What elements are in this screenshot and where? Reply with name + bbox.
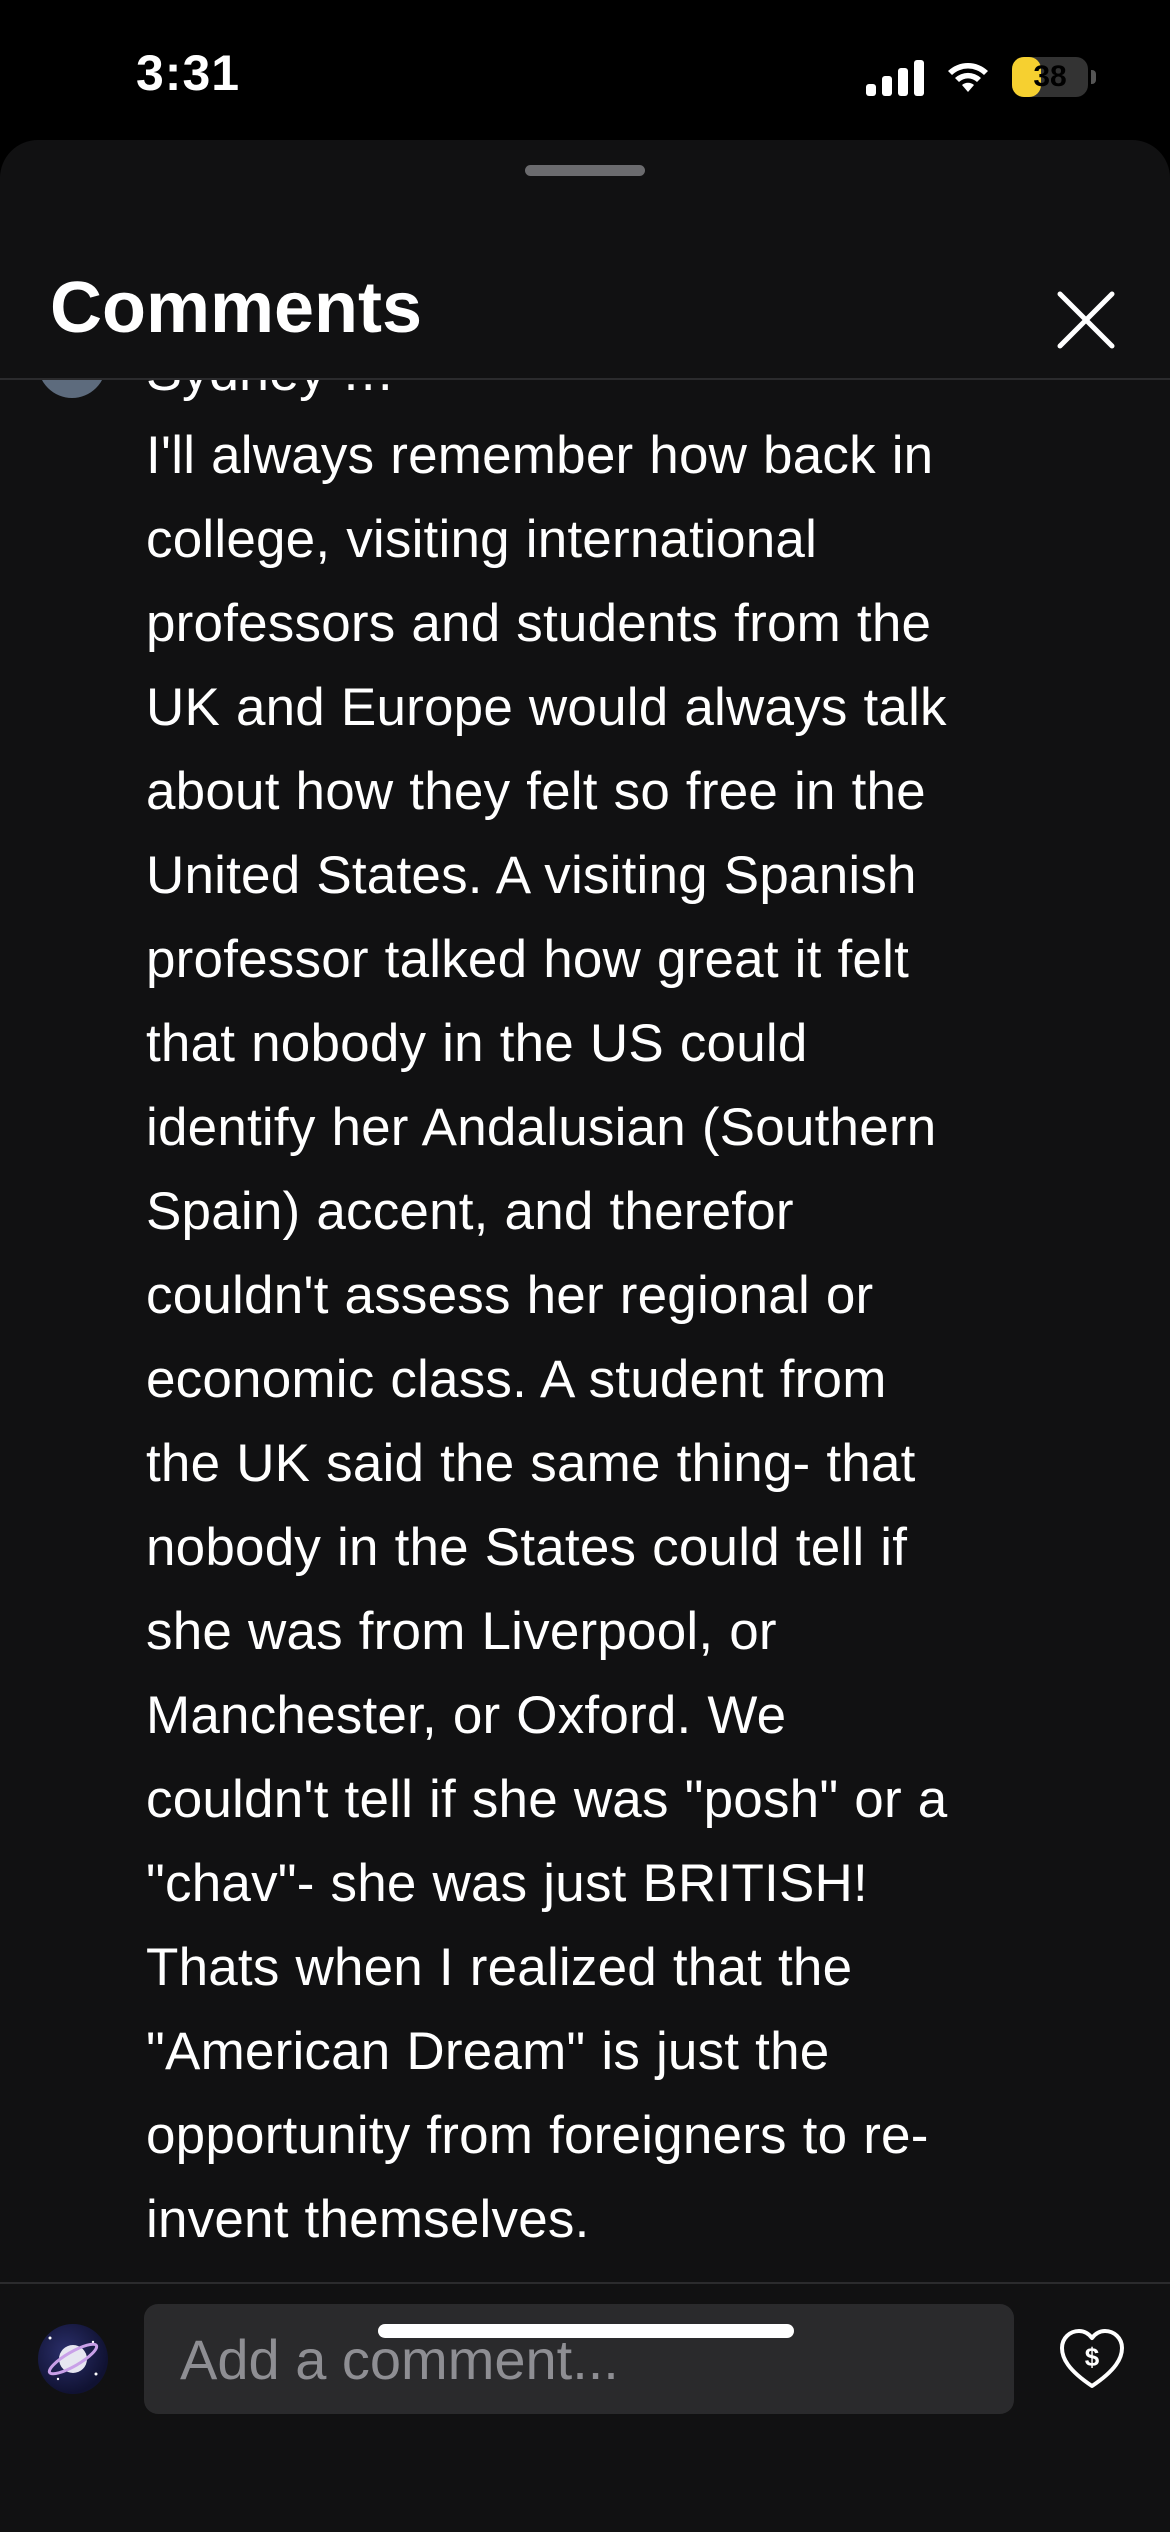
- comment-line: invent themselves.: [146, 2190, 590, 2249]
- comment-line: professors and students from the: [146, 594, 932, 653]
- comment-line: she was from Liverpool, or: [146, 1602, 777, 1661]
- signal-icon: [866, 58, 924, 96]
- comment-line: "American Dream" is just the: [146, 2022, 830, 2081]
- sheet-grabber[interactable]: [525, 165, 645, 176]
- comment-line: Manchester, or Oxford. We: [146, 1686, 787, 1745]
- comment-line: United States. A visiting Spanish: [146, 846, 917, 905]
- battery-nub: [1091, 70, 1096, 84]
- comment-body: I'll always remember how back in college,…: [146, 414, 1106, 2262]
- heart-dollar-icon[interactable]: $: [1058, 2326, 1126, 2394]
- status-icons: 38: [866, 52, 1096, 102]
- comment-input[interactable]: [144, 2304, 1014, 2414]
- home-indicator[interactable]: [378, 2324, 794, 2338]
- comment-line: couldn't assess her regional or: [146, 1266, 874, 1325]
- comment-line: college, visiting international: [146, 510, 818, 569]
- comment-line: identify her Andalusian (Southern: [146, 1098, 937, 1157]
- comment-line: professor talked how great it felt: [146, 930, 910, 989]
- sheet-header: Comments: [0, 176, 1170, 380]
- comment-line: nobody in the States could tell if: [146, 1518, 908, 1577]
- comment-line: couldn't tell if she was "posh" or a: [146, 1770, 948, 1829]
- comments-sheet: Sydney … I'll always remember how back i…: [0, 140, 1170, 2532]
- close-icon[interactable]: [1054, 288, 1118, 352]
- svg-text:$: $: [1085, 2342, 1100, 2372]
- page-title: Comments: [50, 268, 423, 348]
- comment-line: opportunity from foreigners to re-: [146, 2106, 929, 2165]
- comment-line: Thats when I realized that the: [146, 1938, 853, 1997]
- wifi-icon: [948, 63, 988, 92]
- comment-line: UK and Europe would always talk: [146, 678, 947, 737]
- comments-list[interactable]: Sydney … I'll always remember how back i…: [0, 378, 1170, 2282]
- planet-avatar-icon[interactable]: [38, 2324, 108, 2394]
- comment-line: that nobody in the US could: [146, 1014, 808, 1073]
- status-time: 3:31: [136, 45, 241, 101]
- comment-line: the UK said the same thing- that: [146, 1434, 916, 1493]
- comment-line: Spain) accent, and therefor: [146, 1182, 794, 1241]
- battery-icon: 38: [1012, 57, 1096, 97]
- comment-line: economic class. A student from: [146, 1350, 887, 1409]
- comment-line: "chav"- she was just BRITISH!: [146, 1854, 868, 1913]
- battery-level: 38: [1033, 60, 1067, 93]
- status-bar: 3:31 38: [0, 0, 1170, 140]
- comment-author[interactable]: Sydney …: [146, 378, 395, 414]
- comment-line: about how they felt so free in the: [146, 762, 926, 821]
- comment-line: I'll always remember how back in: [146, 426, 934, 485]
- comment-composer: $: [0, 2282, 1170, 2532]
- comment-avatar[interactable]: [38, 378, 106, 398]
